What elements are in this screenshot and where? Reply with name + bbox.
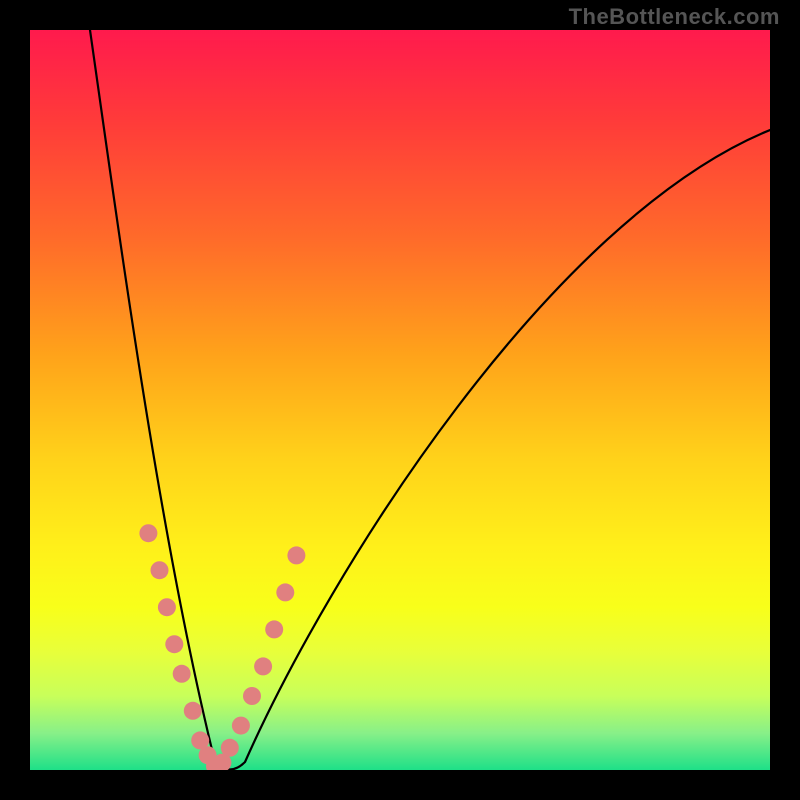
curve-svg xyxy=(30,30,770,770)
data-marker xyxy=(139,524,157,542)
data-marker xyxy=(165,635,183,653)
data-marker xyxy=(287,546,305,564)
plot-area xyxy=(30,30,770,770)
data-marker xyxy=(254,657,272,675)
chart-canvas: TheBottleneck.com xyxy=(0,0,800,800)
data-marker xyxy=(158,598,176,616)
data-marker xyxy=(232,717,250,735)
data-marker xyxy=(221,739,239,757)
data-marker xyxy=(173,665,191,683)
data-marker xyxy=(276,583,294,601)
data-marker xyxy=(151,561,169,579)
data-marker xyxy=(243,687,261,705)
watermark-text: TheBottleneck.com xyxy=(569,4,780,30)
marker-group xyxy=(139,524,305,770)
bottleneck-curve xyxy=(90,30,770,770)
data-marker xyxy=(265,620,283,638)
data-marker xyxy=(184,702,202,720)
